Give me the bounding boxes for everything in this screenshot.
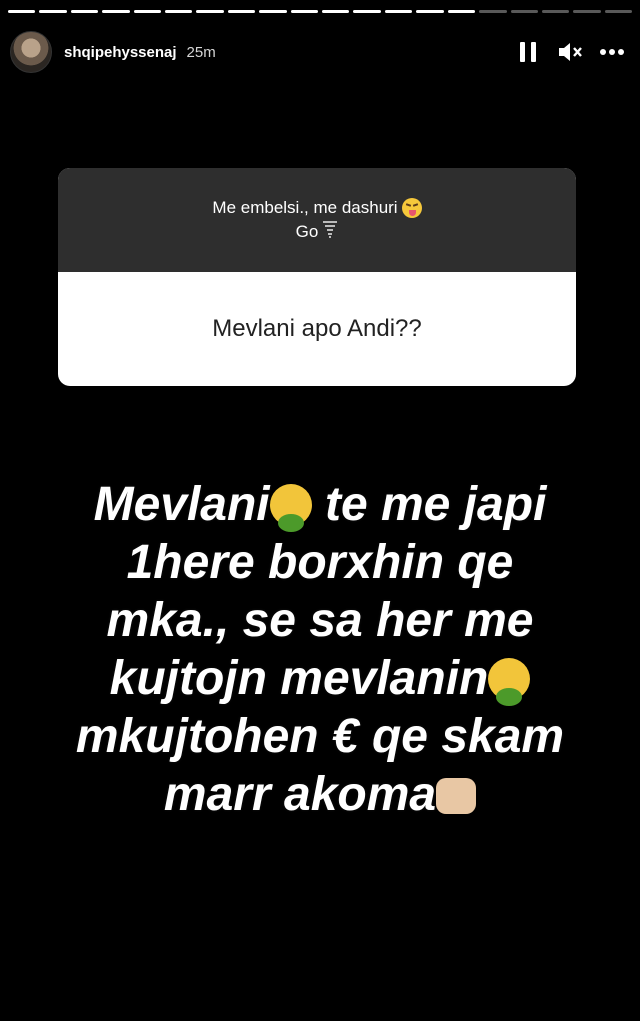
progress-segment	[196, 10, 224, 13]
answer-line-4-text: kujtojn mevlanin	[109, 652, 489, 705]
progress-segment	[290, 10, 319, 13]
progress-segment	[416, 10, 444, 13]
mute-icon[interactable]	[556, 38, 584, 66]
progress-segment	[604, 10, 633, 13]
progress-segment	[102, 10, 130, 13]
answer-word-mevlani: Mevlani	[93, 478, 270, 531]
progress-segment	[165, 10, 193, 13]
vomiting-face-icon	[488, 658, 531, 706]
story-header: shqipehyssenaj 25m	[10, 30, 626, 74]
answer-line-6: marr akoma	[40, 766, 600, 824]
progress-segment	[353, 10, 381, 13]
progress-segment	[573, 10, 601, 13]
progress-segment	[70, 10, 99, 13]
progress-segment	[447, 10, 476, 13]
avatar[interactable]	[10, 31, 52, 73]
progress-segment	[479, 10, 507, 13]
fist-icon	[436, 778, 477, 814]
sticker-prompt-line2: Go	[295, 222, 319, 241]
progress-segment	[227, 10, 256, 13]
progress-segment	[322, 10, 350, 13]
question-sticker: Me embelsi., me dashuri Go Mevlani apo A…	[58, 168, 576, 386]
username[interactable]: shqipehyssenaj	[64, 44, 177, 61]
tongue-face-icon	[401, 197, 422, 218]
answer-text: Mevlani te me japi 1here borxhin qe mka.…	[40, 476, 600, 824]
sticker-prompt-line1: Me embelsi., me dashuri	[212, 197, 398, 217]
answer-line-5: mkujtohen € qe skam	[75, 710, 565, 763]
progress-segment	[8, 10, 36, 13]
answer-line-4: kujtojn mevlanin	[40, 650, 600, 708]
answer-line-1: Mevlani te me japi	[40, 476, 600, 534]
progress-segment	[384, 10, 413, 13]
progress-segment	[133, 10, 162, 13]
answer-line-2: 1here borxhin qe	[126, 536, 514, 589]
question-text: Mevlani apo Andi??	[212, 315, 422, 342]
answer-line-3: mka., se sa her me	[106, 594, 534, 647]
question-sticker-header: Me embelsi., me dashuri Go	[58, 168, 576, 272]
post-time: 25m	[186, 43, 216, 61]
answer-line-6-text: marr akoma	[163, 768, 437, 821]
answer-line-1-rest: te me japi	[324, 478, 547, 531]
progress-segment	[259, 10, 287, 13]
tornado-icon	[322, 220, 338, 245]
progress-segment	[541, 10, 570, 13]
progress-segment	[510, 10, 538, 13]
story-progress-bar	[8, 10, 633, 13]
more-icon[interactable]	[598, 38, 626, 66]
story-controls	[514, 38, 626, 66]
vomiting-face-icon	[269, 484, 312, 532]
pause-icon[interactable]	[514, 38, 542, 66]
progress-segment	[39, 10, 67, 13]
